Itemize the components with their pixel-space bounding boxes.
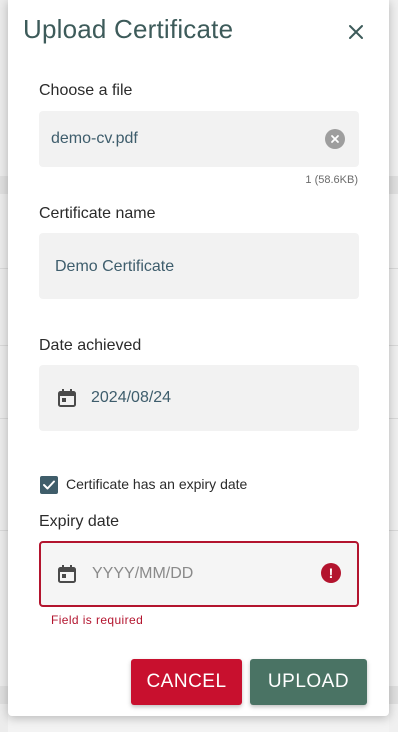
error-circle-icon: ! bbox=[321, 563, 341, 583]
cancel-button[interactable]: CANCEL bbox=[131, 659, 242, 705]
date-achieved-field[interactable]: 2024/08/24 bbox=[39, 365, 359, 431]
certificate-name-label: Certificate name bbox=[39, 205, 156, 222]
certificate-name-field[interactable]: Demo Certificate bbox=[39, 233, 359, 299]
background-right-strip bbox=[389, 0, 398, 732]
expiry-checkbox-label[interactable]: Certificate has an expiry date bbox=[66, 476, 247, 492]
file-name: demo-cv.pdf bbox=[51, 130, 138, 147]
expiry-checkbox[interactable] bbox=[40, 476, 58, 494]
checkmark-icon bbox=[43, 480, 55, 490]
close-icon bbox=[349, 25, 363, 39]
certificate-name-value: Demo Certificate bbox=[55, 258, 175, 275]
calendar-icon[interactable] bbox=[57, 564, 77, 584]
file-label: Choose a file bbox=[39, 82, 133, 99]
expiry-date-label: Expiry date bbox=[39, 513, 120, 530]
expiry-date-error: Field is required bbox=[51, 613, 144, 627]
file-field[interactable]: demo-cv.pdf bbox=[39, 111, 359, 167]
close-button[interactable] bbox=[344, 20, 368, 44]
background-left-strip bbox=[0, 0, 8, 732]
upload-button[interactable]: UPLOAD bbox=[250, 659, 367, 705]
calendar-icon[interactable] bbox=[57, 388, 77, 408]
expiry-date-placeholder: YYYY/MM/DD bbox=[92, 565, 194, 582]
expiry-date-field[interactable]: YYYY/MM/DD ! bbox=[39, 541, 359, 607]
file-size-hint: 1 (58.6KB) bbox=[305, 174, 358, 186]
upload-certificate-dialog: Upload Certificate Choose a file demo-cv… bbox=[8, 0, 389, 716]
clear-circle-icon[interactable] bbox=[325, 129, 345, 149]
dialog-title: Upload Certificate bbox=[23, 14, 234, 44]
date-achieved-label: Date achieved bbox=[39, 337, 142, 354]
date-achieved-value: 2024/08/24 bbox=[91, 389, 172, 406]
